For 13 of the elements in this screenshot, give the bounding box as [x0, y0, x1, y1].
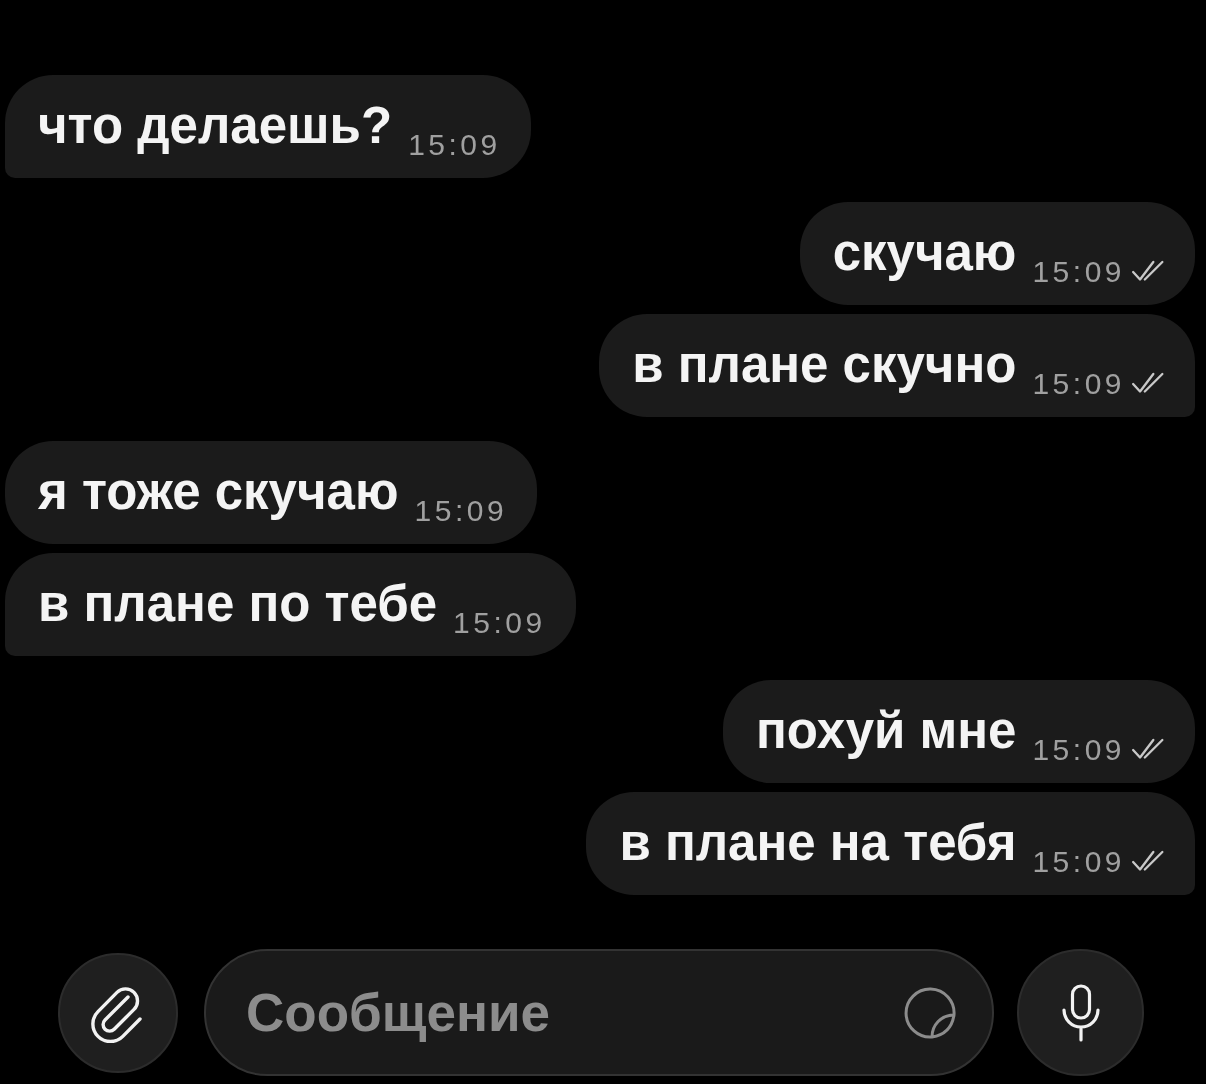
message-text: в плане на тебя — [619, 817, 1017, 868]
microphone-icon — [1060, 983, 1101, 1042]
sticker-icon — [902, 985, 958, 1041]
message-time: 15:09 — [1032, 257, 1125, 287]
message-time: 15:09 — [408, 130, 501, 160]
sticker-button[interactable] — [902, 985, 958, 1041]
message-input[interactable]: Сообщение — [204, 949, 994, 1076]
message-text: в плане по тебе — [38, 578, 438, 629]
message-time: 15:09 — [1032, 735, 1125, 765]
message-time: 15:09 — [1032, 369, 1125, 399]
message-time: 15:09 — [414, 496, 508, 526]
message-time: 15:09 — [453, 608, 546, 638]
message-time: 15:09 — [1032, 847, 1125, 877]
